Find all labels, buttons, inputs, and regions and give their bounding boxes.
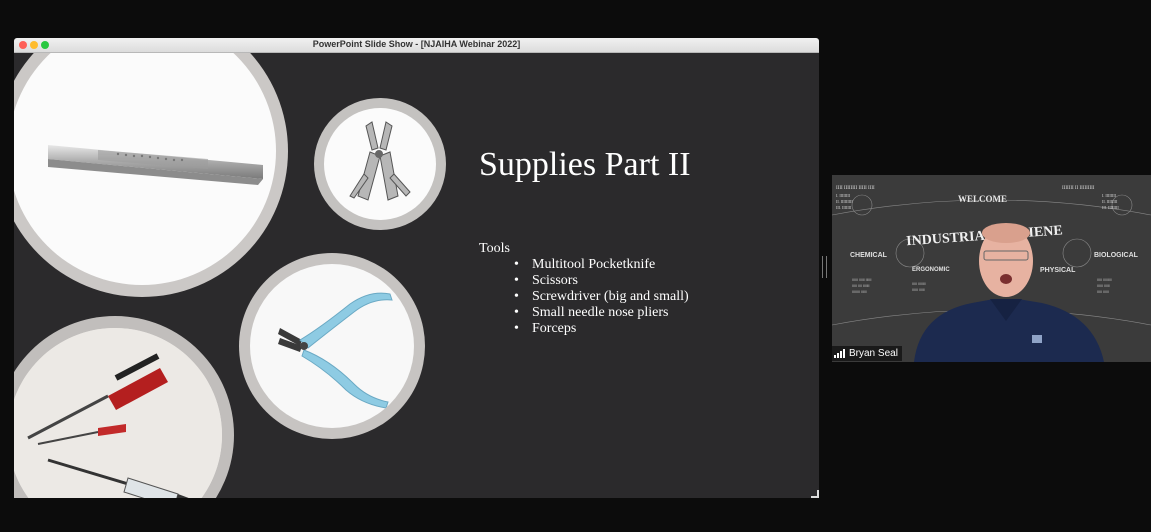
slide-canvas[interactable]: Supplies Part II Tools • Multitool Pocket… [14, 53, 819, 498]
svg-text:II. IIIIIIIII: II. IIIIIIIII [836, 199, 853, 204]
slide-title: Supplies Part II [479, 146, 691, 183]
participant-name: Bryan Seal [849, 348, 898, 359]
list-item: • Small needle nose pliers [514, 305, 669, 320]
svg-text:I. IIIIIIII: I. IIIIIIII [836, 193, 851, 198]
svg-text:IIIII IIII IIIIIII: IIIII IIII IIIIIII [852, 284, 870, 288]
split-view-drag-handle[interactable] [822, 256, 827, 278]
svg-text:IIIIII IIIIII: IIIIII IIIIII [912, 288, 925, 292]
poster-label: BIOLOGICAL [1094, 252, 1139, 259]
list-heading: Tools [479, 241, 510, 256]
svg-text:II. IIIIIIII: II. IIIIIIII [1102, 199, 1118, 204]
pliers-photo [250, 264, 414, 428]
desktop-stage: PowerPoint Slide Show - [NJAIHA Webinar … [0, 0, 1151, 532]
bullet-icon: • [514, 289, 519, 304]
list-item: • Forceps [514, 321, 577, 336]
window-title: PowerPoint Slide Show - [NJAIHA Webinar … [312, 39, 521, 49]
svg-text:IIIII IIIIIIII: IIIII IIIIIIII [912, 282, 926, 286]
list-item: • Multitool Pocketknife [514, 257, 656, 272]
svg-text:III. IIIIIIII: III. IIIIIIII [1102, 205, 1119, 210]
poster-label: CHEMICAL [850, 252, 888, 259]
bullet-icon: • [514, 305, 519, 320]
resize-handle[interactable] [811, 490, 819, 498]
participant-video-tile[interactable]: IIII IIIIIIII IIIII IIII IIIIIII II IIII… [832, 175, 1151, 362]
svg-text:IIIIIII II IIIIIIIII: IIIIIII II IIIIIIIII [1062, 186, 1095, 191]
forceps-photo-frame [14, 53, 288, 297]
svg-text:IIIII IIIIIIIII: IIIII IIIIIIIII [1097, 278, 1112, 282]
poster-label: PHYSICAL [1040, 267, 1076, 274]
screwdrivers-photo-frame [14, 316, 234, 498]
bullet-icon: • [514, 257, 519, 272]
virtual-background: IIII IIIIIIII IIIII IIII IIIIIII II IIII… [832, 175, 1151, 362]
poster-label: ERGONOMIC [912, 267, 950, 273]
svg-text:IIIIII IIIIII IIIIII: IIIIII IIIIII IIIIII [852, 278, 871, 282]
svg-text:IIII IIIIIIII IIIII IIII: IIII IIIIIIII IIIII IIII [836, 186, 875, 191]
multitool-photo-frame [314, 98, 446, 230]
forceps-photo [14, 53, 276, 285]
participant-name-tag: Bryan Seal [832, 346, 902, 361]
svg-text:IIIIII IIIIII: IIIIII IIIIII [1097, 284, 1110, 288]
poster-banner: WELCOME [958, 194, 1007, 204]
svg-text:IIIII IIIIII: IIIII IIIIII [1097, 290, 1109, 294]
list-item: • Scissors [514, 273, 578, 288]
screwdrivers-photo [14, 328, 222, 498]
slideshow-window[interactable]: PowerPoint Slide Show - [NJAIHA Webinar … [14, 38, 819, 498]
bullet-icon: • [514, 321, 519, 336]
svg-text:I. IIIIIIII: I. IIIIIIII [1102, 193, 1117, 198]
bullet-icon: • [514, 273, 519, 288]
tools-list: • Multitool Pocketknife • Scissors • Screwd… [514, 257, 689, 337]
multitool-photo [324, 108, 436, 220]
pliers-photo-frame [239, 253, 425, 439]
window-titlebar[interactable]: PowerPoint Slide Show - [NJAIHA Webinar … [14, 38, 819, 53]
list-item: • Screwdriver (big and small) [514, 289, 689, 304]
svg-text:IIIIIIII IIIIII: IIIIIIII IIIIII [852, 290, 867, 294]
svg-text:III. IIIIIII: III. IIIIIII [836, 205, 852, 210]
signal-strength-icon [834, 349, 846, 358]
